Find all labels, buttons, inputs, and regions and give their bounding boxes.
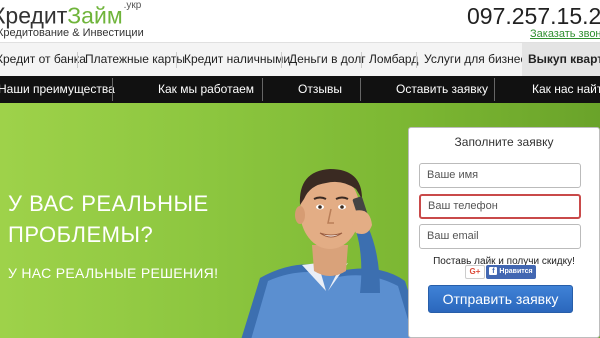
nav-how-we-work[interactable]: Как мы работаем: [158, 76, 254, 103]
menu-item-apartment-buyout[interactable]: Выкуп квартир: [522, 43, 600, 77]
hero-title: У ВАС РЕАЛЬНЫЕ ПРОБЛЕМЫ?: [8, 191, 209, 247]
phone-field[interactable]: Ваш телефон: [419, 194, 581, 219]
site-logo[interactable]: КредитЗайм.укр: [0, 0, 141, 29]
menu-divider: [176, 52, 177, 68]
facebook-like-label: Нравится: [499, 268, 533, 275]
form-title: Заполните заявку: [454, 135, 554, 149]
menu-divider: [281, 52, 282, 68]
email-field[interactable]: Ваш email: [419, 224, 581, 249]
menu-divider: [361, 52, 362, 68]
menu-item-loans[interactable]: Деньги в долг: [289, 43, 366, 77]
name-field[interactable]: Ваше имя: [419, 163, 581, 188]
menu-item-pawnshop[interactable]: Ломбард: [369, 43, 418, 77]
site-header: КредитЗайм.укр Кредитование & Инвестиции…: [0, 0, 600, 42]
google-plus-button[interactable]: G+: [465, 265, 485, 279]
application-form: Заполните заявку Ваше имя Ваш телефон Ва…: [408, 127, 600, 338]
submit-button[interactable]: Отправить заявку: [428, 285, 573, 313]
logo-main-text: Кредит: [0, 2, 68, 29]
logo-accent-text: Займ: [67, 2, 123, 29]
secondary-menu: Наши преимущества Как мы работаем Отзывы…: [0, 76, 600, 103]
nav-divider: [112, 78, 113, 101]
callback-link[interactable]: Заказать звонок: [530, 28, 600, 40]
nav-divider: [494, 78, 495, 101]
nav-divider: [262, 78, 263, 101]
nav-divider: [360, 78, 361, 101]
primary-menu: Кредит от банка Платежные карты Кредит н…: [0, 42, 600, 77]
page: КредитЗайм.укр Кредитование & Инвестиции…: [0, 0, 600, 338]
menu-divider: [77, 52, 78, 68]
phone-number[interactable]: 097.257.15.20: [467, 3, 600, 30]
nav-reviews[interactable]: Отзывы: [298, 76, 342, 103]
site-tagline: Кредитование & Инвестиции: [0, 27, 144, 39]
nav-find-us[interactable]: Как нас найти: [532, 76, 600, 103]
facebook-like-button[interactable]: f Нравится: [486, 265, 536, 279]
man-on-phone-illustration: [241, 169, 424, 338]
menu-item-bank-credit[interactable]: Кредит от банка: [0, 43, 86, 77]
menu-item-cash-credit[interactable]: Кредит наличными: [184, 43, 290, 77]
nav-advantages[interactable]: Наши преимущества: [0, 76, 115, 103]
logo-tld: .укр: [123, 0, 142, 11]
menu-item-business[interactable]: Услуги для бизнеса: [424, 43, 533, 77]
nav-leave-request[interactable]: Оставить заявку: [396, 76, 488, 103]
menu-divider: [416, 52, 417, 68]
menu-item-payment-cards[interactable]: Платежные карты: [85, 43, 185, 77]
facebook-icon: f: [489, 267, 498, 276]
hero-subtitle: У НАС РЕАЛЬНЫЕ РЕШЕНИЯ!: [8, 265, 219, 281]
